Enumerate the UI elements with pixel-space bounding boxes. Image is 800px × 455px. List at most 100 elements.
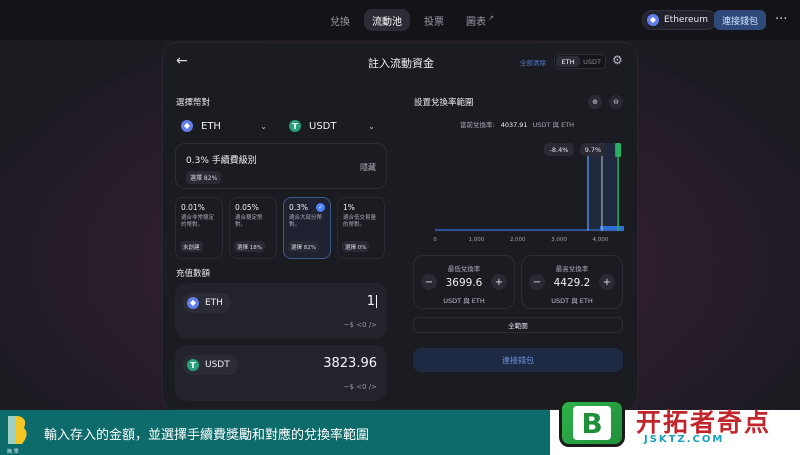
fee-tier-badge: 選擇 0%: [342, 241, 370, 252]
nav-tabs: 兌換 流動池 投票 圖表 ↗: [322, 9, 502, 31]
token-denomination-toggle: ETH USDT: [554, 54, 606, 69]
network-selector[interactable]: ◆ Ethereum: [642, 10, 717, 30]
connect-wallet-button[interactable]: 連接錢包: [714, 10, 766, 30]
fee-tier-badge: 未創建: [180, 241, 203, 252]
max-price-box: 最高兌換率 − 4429.2 + USDT 與 ETH: [521, 255, 623, 309]
fee-tier-title: 0.3% 手續費級別: [186, 156, 257, 166]
brand-url: JSKTZ.COM: [644, 434, 725, 445]
brand-logo-icon: B: [559, 399, 625, 447]
fee-tier-option-selected[interactable]: 0.3% 適合大部分幣對。 選擇 82% ✓: [283, 197, 331, 259]
nav-tab-vote[interactable]: 投票: [416, 9, 452, 31]
selection-badge: 選擇 82%: [186, 171, 222, 184]
range-max-pct-label: 9.7%: [585, 146, 602, 154]
fee-tier-option[interactable]: 0.05% 適合穩定幣對。 選擇 18%: [229, 197, 277, 259]
deposit-amount-text: 1: [366, 294, 375, 309]
deposit-amount-value[interactable]: 3823.96: [323, 356, 377, 371]
fee-tier-pct: 0.05%: [235, 203, 259, 212]
deposit-input-eth[interactable]: ◆ ETH 1 ~$ <0 />: [175, 283, 387, 339]
full-range-button[interactable]: 全範圍: [413, 317, 623, 333]
max-price-label: 最高兌換率: [555, 265, 589, 273]
zoom-out-icon[interactable]: ⊖: [609, 95, 623, 109]
fee-tier-desc: 適合低交易量的幣對。: [343, 215, 377, 229]
current-price-unit: USDT 與 ETH: [532, 121, 575, 129]
deposit-token-symbol: USDT: [205, 360, 230, 370]
deposit-usd-value: ~$ <0 />: [343, 321, 377, 329]
connect-wallet-main-button[interactable]: 連接錢包: [413, 348, 623, 372]
selected-range-band: [587, 143, 619, 231]
min-price-unit: USDT 與 ETH: [443, 297, 485, 305]
fee-tier-summary: 0.3% 手續費級別 選擇 82% 隱藏: [175, 143, 387, 189]
fee-tier-pct: 0.01%: [181, 203, 205, 212]
toggle-usdt[interactable]: USDT: [580, 56, 604, 67]
token-a-symbol: ETH: [201, 120, 221, 132]
external-link-icon: ↗: [488, 14, 494, 22]
hide-fee-tiers-button[interactable]: 隱藏: [360, 162, 376, 173]
ethereum-icon: ◆: [181, 120, 193, 132]
text-caret: [376, 295, 377, 308]
current-price-label: 當前兌換率:: [460, 121, 495, 129]
nav-tab-charts[interactable]: 圖表 ↗: [458, 9, 502, 31]
current-price: 當前兌換率: 4037.91 USDT 與 ETH: [460, 119, 574, 129]
fee-tier-desc: 適合非常穩定的幣對。: [181, 215, 215, 229]
fee-tier-pct: 1%: [343, 203, 355, 212]
checkmark-icon: ✓: [316, 203, 325, 212]
max-increment-button[interactable]: +: [599, 274, 615, 290]
deposit-token-symbol: ETH: [205, 298, 223, 308]
x-tick-label: 3,000: [551, 237, 567, 243]
fee-tier-badge: 選擇 18%: [234, 241, 265, 252]
nav-tab-label: 流動池: [372, 16, 402, 28]
deposit-input-usdt[interactable]: T USDT 3823.96 ~$ <0 />: [175, 345, 387, 401]
chevron-down-icon: ⌄: [368, 121, 375, 131]
price-range-label: 設置兌換率範圍: [414, 98, 474, 108]
gear-icon[interactable]: ⚙: [612, 53, 623, 67]
caption-text: 輸入存入的金額，並選擇手續費獎勵和對應的兌換率範圍: [44, 428, 370, 443]
x-tick-label: 4,000: [593, 237, 609, 243]
clear-all-button[interactable]: 全部清除: [520, 57, 546, 67]
max-price-unit: USDT 與 ETH: [551, 297, 593, 305]
min-increment-button[interactable]: +: [491, 274, 507, 290]
x-tick-label: 0: [433, 237, 437, 243]
deposit-token-badge: T USDT: [183, 355, 238, 375]
liquidity-spike: [599, 226, 624, 231]
tether-icon: T: [187, 359, 199, 371]
x-tick-label: 1,000: [468, 237, 484, 243]
fee-tier-desc: 適合大部分幣對。: [289, 215, 323, 229]
ethereum-icon: ◆: [187, 297, 199, 309]
nav-tab-label: 圖表: [466, 16, 486, 28]
ethereum-icon: ◆: [647, 14, 659, 26]
token-b-select[interactable]: T USDT ⌄: [283, 113, 385, 139]
current-price-value: 4037.91: [500, 121, 528, 129]
tether-icon: T: [289, 120, 301, 132]
chevron-down-icon: ⌄: [260, 121, 267, 131]
token-b-symbol: USDT: [309, 120, 337, 132]
select-pair-label: 選擇幣對: [176, 98, 211, 108]
fee-tier-option[interactable]: 0.01% 適合非常穩定的幣對。 未創建: [175, 197, 223, 259]
range-min-pct-label: -8.4%: [550, 146, 569, 154]
x-tick-label: 2,000: [510, 237, 526, 243]
more-options-icon[interactable]: ···: [775, 12, 787, 27]
token-a-select[interactable]: ◆ ETH ⌄: [175, 113, 277, 139]
channel-logo-text: 簡 學: [7, 449, 19, 455]
add-liquidity-card: ← 註入流動資金 全部清除 ETH USDT ⚙ 選擇幣對 ◆ ETH ⌄ T …: [162, 42, 638, 410]
min-price-label: 最低兌換率: [447, 265, 481, 273]
nav-tab-swap[interactable]: 兌換: [322, 9, 358, 31]
fee-tier-badge: 選擇 82%: [288, 241, 319, 252]
deposit-amount-value[interactable]: 1: [367, 294, 377, 309]
network-name: Ethereum: [664, 15, 708, 25]
brand-logo-letter: B: [573, 406, 611, 440]
deposit-token-badge: ◆ ETH: [183, 293, 231, 313]
min-price-box: 最低兌換率 − 3699.6 + USDT 與 ETH: [413, 255, 515, 309]
deposit-usd-value: ~$ <0 />: [343, 383, 377, 391]
liquidity-chart: -8.4% 9.7% 0 1,000 2,000 3,000 4,000: [433, 143, 624, 243]
top-nav: 兌換 流動池 投票 圖表 ↗ ◆ Ethereum 連接錢包 ···: [0, 0, 800, 40]
fee-tier-option[interactable]: 1% 適合低交易量的幣對。 選擇 0%: [337, 197, 385, 259]
fee-tier-desc: 適合穩定幣對。: [235, 215, 263, 229]
nav-tab-label: 兌換: [330, 16, 350, 28]
channel-logo-icon: [8, 416, 27, 444]
deposit-amounts-label: 充值數額: [176, 269, 211, 279]
nav-tab-label: 投票: [424, 16, 444, 28]
range-max-handle: [615, 143, 622, 157]
toggle-eth[interactable]: ETH: [556, 56, 580, 67]
nav-tab-pool[interactable]: 流動池: [364, 9, 410, 31]
zoom-in-icon[interactable]: ⊕: [588, 95, 602, 109]
